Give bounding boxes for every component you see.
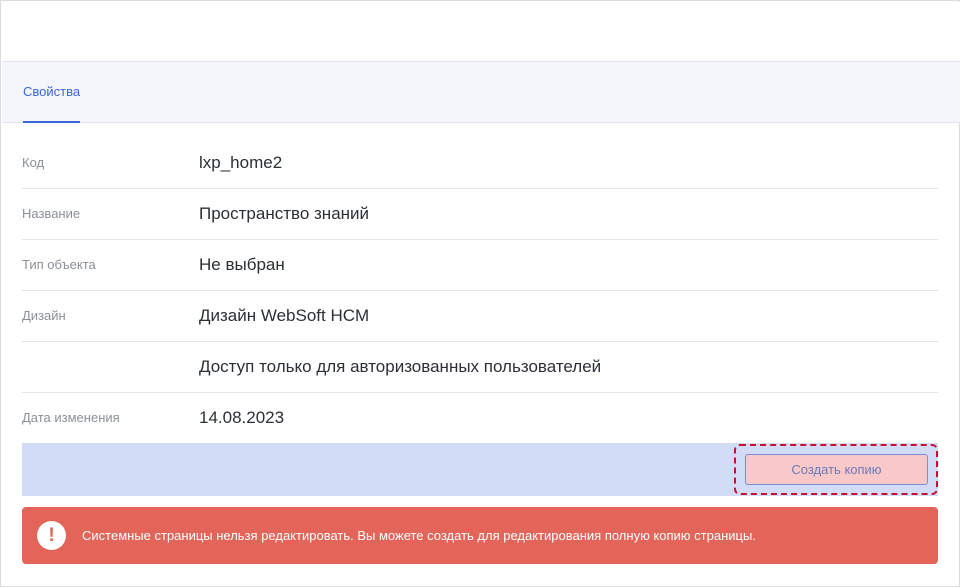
property-row-code: Код lxp_home2 <box>22 138 938 189</box>
property-value: Дизайн WebSoft HCM <box>199 306 370 325</box>
property-row-access: Доступ только для авторизованных пользов… <box>22 342 938 393</box>
property-row-modified-date: Дата изменения 14.08.2023 <box>22 393 938 444</box>
property-row-design: Дизайн Дизайн WebSoft HCM <box>22 291 938 342</box>
property-row-object-type: Тип объекта Не выбран <box>22 240 938 291</box>
tab-bar: Свойства <box>2 61 960 123</box>
property-value: Пространство знаний <box>199 204 370 223</box>
property-label: Название <box>22 206 81 221</box>
property-value: 14.08.2023 <box>199 408 285 427</box>
property-value: Не выбран <box>199 255 285 274</box>
property-label: Код <box>22 155 45 170</box>
header-area <box>2 2 960 61</box>
properties-list: Код lxp_home2 Название Пространство знан… <box>22 138 938 444</box>
property-label: Дата изменения <box>22 410 120 425</box>
tab-properties[interactable]: Свойства <box>23 62 81 123</box>
exclamation-icon: ! <box>37 521 66 550</box>
alert-message: Системные страницы нельзя редактировать.… <box>82 528 756 543</box>
system-page-alert: ! Системные страницы нельзя редактироват… <box>22 507 938 564</box>
page-frame: Свойства Код lxp_home2 Название Простран… <box>0 0 960 587</box>
property-value: lxp_home2 <box>199 153 283 172</box>
property-label: Тип объекта <box>22 257 96 272</box>
action-bar: Создать копию <box>22 443 938 496</box>
property-value: Доступ только для авторизованных пользов… <box>199 357 602 376</box>
property-row-name: Название Пространство знаний <box>22 189 938 240</box>
property-label: Дизайн <box>22 308 66 323</box>
create-copy-button[interactable]: Создать копию <box>745 454 928 485</box>
